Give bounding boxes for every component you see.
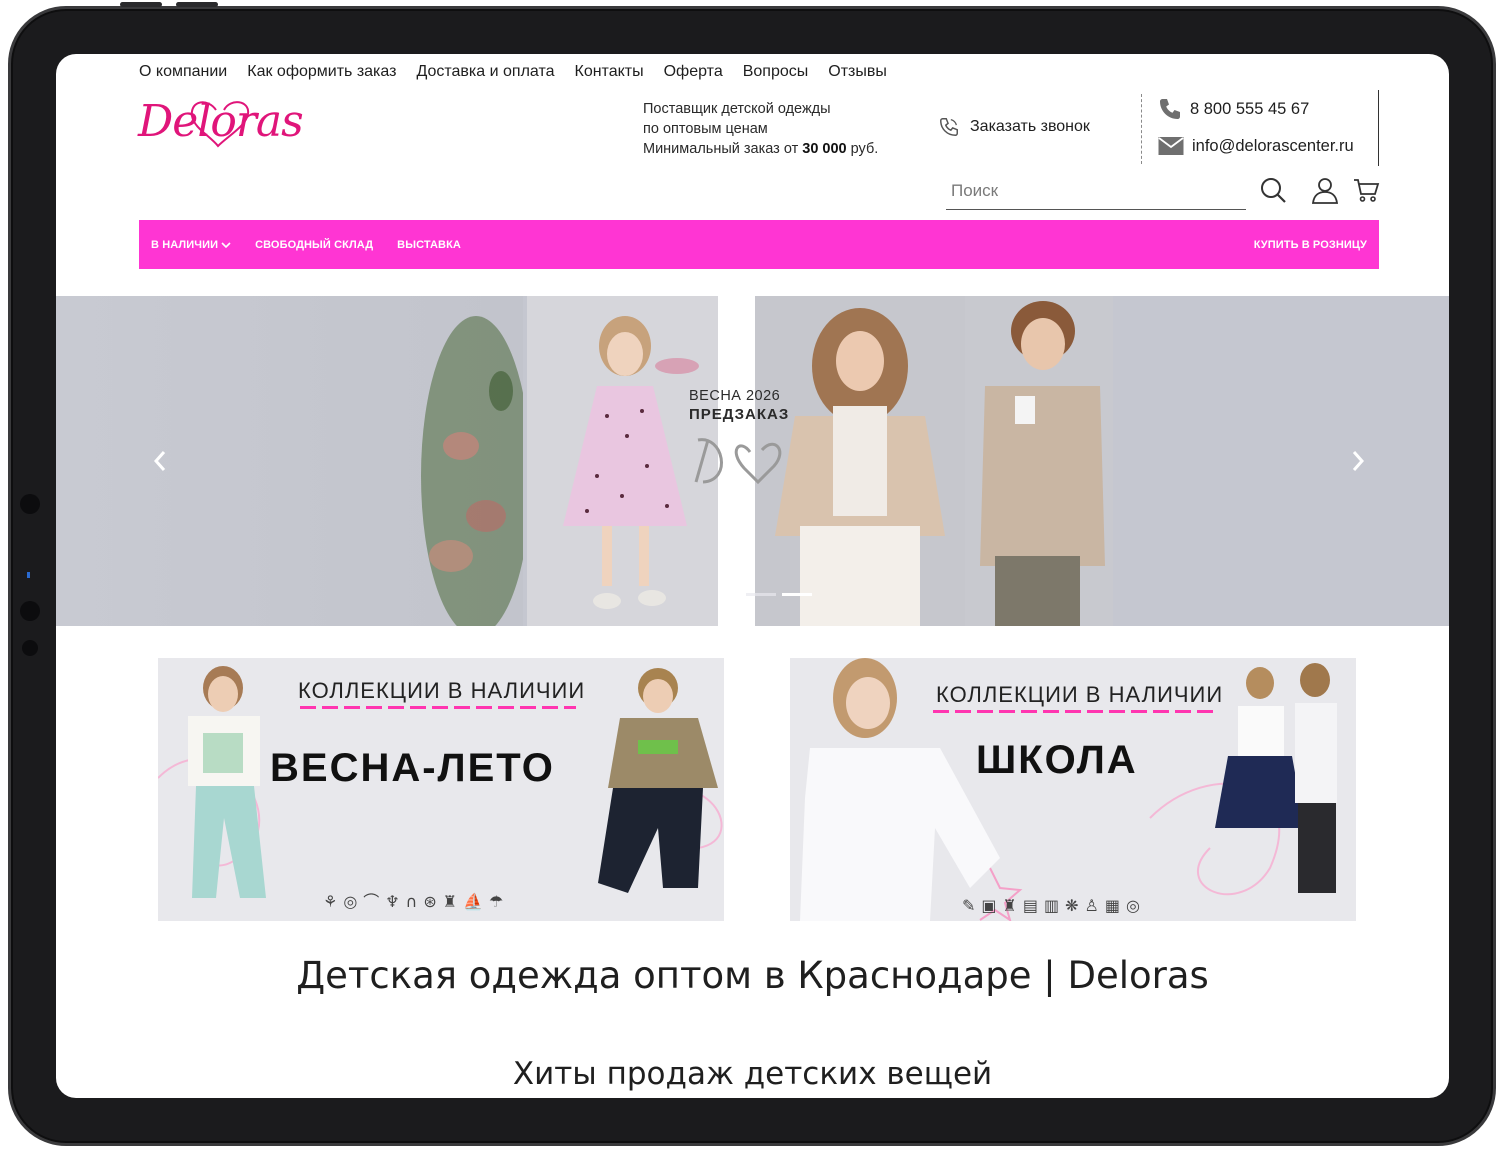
category-bar: В НАЛИЧИИ СВОБОДНЫЙ СКЛАД ВЫСТАВКА КУПИТ… <box>139 220 1379 269</box>
hero-caption: ВЕСНА 2026 ПРЕДЗАКАЗ <box>689 388 789 423</box>
nav-how-to-order[interactable]: Как оформить заказ <box>247 63 396 81</box>
banner-spring-summer-subtitle: КОЛЛЕКЦИИ В НАЛИЧИИ <box>298 678 586 703</box>
callback-label: Заказать звонок <box>970 118 1090 135</box>
search-box <box>946 172 1246 210</box>
device-sensor <box>20 494 40 514</box>
device-sensor <box>20 601 40 621</box>
callback-button[interactable]: Заказать звонок <box>938 116 1090 138</box>
hero-monogram-icon <box>694 438 782 485</box>
banner-spring-summer-title: ВЕСНА-ЛЕТО <box>270 746 555 790</box>
section-title: Хиты продаж детских вещей <box>512 1056 993 1092</box>
browser-viewport: О компании Как оформить заказ Доставка и… <box>56 54 1449 1098</box>
minimum-order-amount: 30 000 <box>802 141 847 157</box>
device-sensor <box>22 640 38 656</box>
search-icon <box>1261 178 1286 203</box>
phone-icon <box>1160 99 1180 119</box>
flowers-image <box>421 316 523 626</box>
hero-slider: ВЕСНА 2026 ПРЕДЗАКАЗ <box>56 296 1449 626</box>
banner-school-title: ШКОЛА <box>976 738 1138 782</box>
category-in-stock[interactable]: В НАЛИЧИИ <box>151 239 231 251</box>
hero-photo-boy-jacket <box>965 296 1113 626</box>
banner-school[interactable]: КОЛЛЕКЦИИ В НАЛИЧИИ ШКОЛА ✎▣♜▤▥❋♙▦◎ <box>790 658 1356 921</box>
header-divider-right <box>1378 90 1379 166</box>
banner-dash-decoration <box>300 706 576 709</box>
hero-photo-flowers <box>56 296 523 626</box>
supplier-line-1: Поставщик детской одежды <box>643 101 831 117</box>
hero-season: ВЕСНА 2026 <box>689 388 781 404</box>
chevron-right-icon <box>1352 451 1365 471</box>
category-free-stock[interactable]: СВОБОДНЫЙ СКЛАД <box>255 239 373 251</box>
device-top-button <box>120 2 162 7</box>
nav-about[interactable]: О компании <box>139 63 227 81</box>
nav-contacts[interactable]: Контакты <box>575 63 644 81</box>
email-contact[interactable]: info@delorascenter.ru <box>1158 135 1354 157</box>
chevron-left-icon <box>153 451 166 471</box>
slider-next-button[interactable] <box>1343 444 1373 478</box>
phone-callback-icon <box>940 118 958 136</box>
nav-reviews[interactable]: Отзывы <box>828 63 887 81</box>
slider-pagination <box>746 593 812 596</box>
banner-spring-summer[interactable]: КОЛЛЕКЦИИ В НАЛИЧИИ ВЕСНА-ЛЕТО ⚘◎⌒♆∩⊛♜⛵☂ <box>158 658 724 921</box>
device-top-button-2 <box>176 2 218 7</box>
category-exhibition[interactable]: ВЫСТАВКА <box>397 239 461 251</box>
nav-questions[interactable]: Вопросы <box>743 63 809 81</box>
school-icons-row: ✎▣♜▤▥❋♙▦◎ <box>962 896 1146 915</box>
account-button[interactable] <box>1309 174 1341 206</box>
supplier-line-3: Минимальный заказ от 30 000 руб. <box>643 141 879 157</box>
hero-photo-right <box>1121 296 1449 626</box>
device-indicator <box>27 572 30 578</box>
nav-delivery-payment[interactable]: Доставка и оплата <box>416 63 554 81</box>
logo-wordmark: Deloras <box>138 96 304 147</box>
slider-prev-button[interactable] <box>145 444 175 478</box>
banner-dash-decoration <box>933 710 1213 713</box>
header-divider <box>1141 94 1142 164</box>
search-button[interactable] <box>1257 174 1289 206</box>
phone-number: 8 800 555 45 67 <box>1190 99 1310 118</box>
email-address: info@delorascenter.ru <box>1192 136 1354 155</box>
boy-jacket-image <box>980 301 1105 626</box>
cart-button[interactable] <box>1350 174 1382 206</box>
top-navigation: О компании Как оформить заказ Доставка и… <box>139 63 887 81</box>
phone-contact[interactable]: 8 800 555 45 67 <box>1158 97 1309 121</box>
slider-dot-1[interactable] <box>746 593 776 596</box>
supplier-info: Поставщик детской одежды по оптовым цена… <box>643 99 878 159</box>
banner-school-subtitle: КОЛЛЕКЦИИ В НАЛИЧИИ <box>936 682 1224 707</box>
cart-icon <box>1354 179 1380 202</box>
nav-offer[interactable]: Оферта <box>664 63 723 81</box>
summer-icons-row: ⚘◎⌒♆∩⊛♜⛵☂ <box>323 892 510 911</box>
chevron-down-icon <box>221 241 231 248</box>
search-input[interactable] <box>946 172 1246 209</box>
page-title: Детская одежда оптом в Краснодаре | Delo… <box>296 954 1209 997</box>
hero-preorder: ПРЕДЗАКАЗ <box>689 406 790 423</box>
site-logo[interactable]: Deloras <box>138 96 308 160</box>
user-icon <box>1311 178 1339 204</box>
supplier-line-2: по оптовым ценам <box>643 121 768 137</box>
mail-icon <box>1158 137 1184 155</box>
slider-dot-2[interactable] <box>782 593 812 596</box>
category-retail[interactable]: КУПИТЬ В РОЗНИЦУ <box>1254 239 1367 251</box>
